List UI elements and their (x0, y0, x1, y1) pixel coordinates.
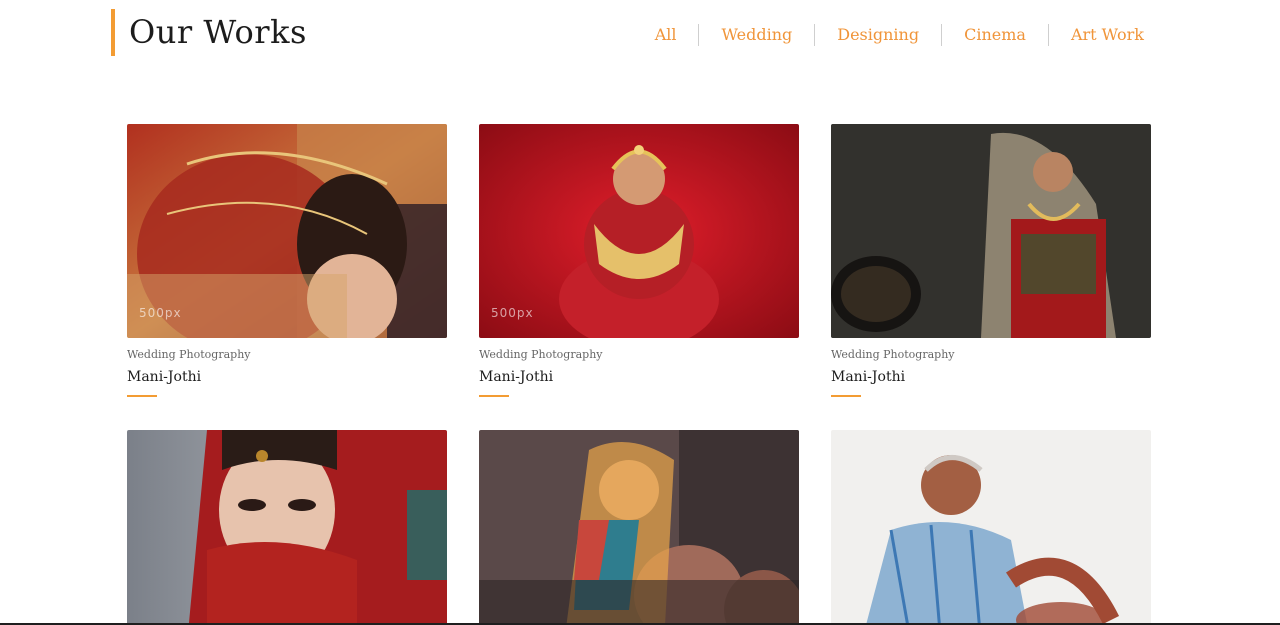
page-title: Our Works (129, 13, 307, 51)
image-watermark: 500px (491, 306, 534, 320)
work-card[interactable] (831, 430, 1151, 625)
filter-all[interactable]: All (633, 23, 699, 47)
work-image-bride-dark[interactable] (831, 124, 1151, 338)
filter-cinema[interactable]: Cinema (942, 23, 1048, 47)
title-underline (127, 395, 157, 397)
work-title[interactable]: Mani-Jothi (831, 369, 1151, 385)
work-card[interactable]: Wedding Photography Mani-Jothi (831, 124, 1151, 397)
work-card[interactable]: 500px Wedding Photography Mani-Jothi (479, 124, 799, 397)
filter-designing[interactable]: Designing (815, 23, 941, 47)
work-image-bride-red[interactable]: 500px (479, 124, 799, 338)
title-underline (479, 395, 509, 397)
work-card[interactable]: 500px Wedding Photography Mani-Jothi (127, 124, 447, 397)
work-image-bride-profile[interactable]: 500px (127, 124, 447, 338)
title-underline (831, 395, 861, 397)
work-title[interactable]: Mani-Jothi (479, 369, 799, 385)
work-category: Wedding Photography (831, 348, 955, 361)
image-watermark: 500px (139, 306, 182, 320)
title-accent-bar (111, 9, 115, 56)
work-title[interactable]: Mani-Jothi (127, 369, 447, 385)
filter-art-work[interactable]: Art Work (1049, 23, 1156, 47)
work-card[interactable] (479, 430, 799, 625)
work-image-veiled-woman[interactable] (127, 430, 447, 625)
portfolio-filters: All Wedding Designing Cinema Art Work (633, 23, 1156, 47)
work-image-pottery-painting[interactable] (479, 430, 799, 625)
work-card[interactable] (127, 430, 447, 625)
work-category: Wedding Photography (127, 348, 251, 361)
section-header: Our Works All Wedding Designing Cinema A… (111, 9, 1156, 57)
filter-wedding[interactable]: Wedding (699, 23, 814, 47)
work-category: Wedding Photography (479, 348, 603, 361)
work-image-elderly-man-watercolor[interactable] (831, 430, 1151, 625)
